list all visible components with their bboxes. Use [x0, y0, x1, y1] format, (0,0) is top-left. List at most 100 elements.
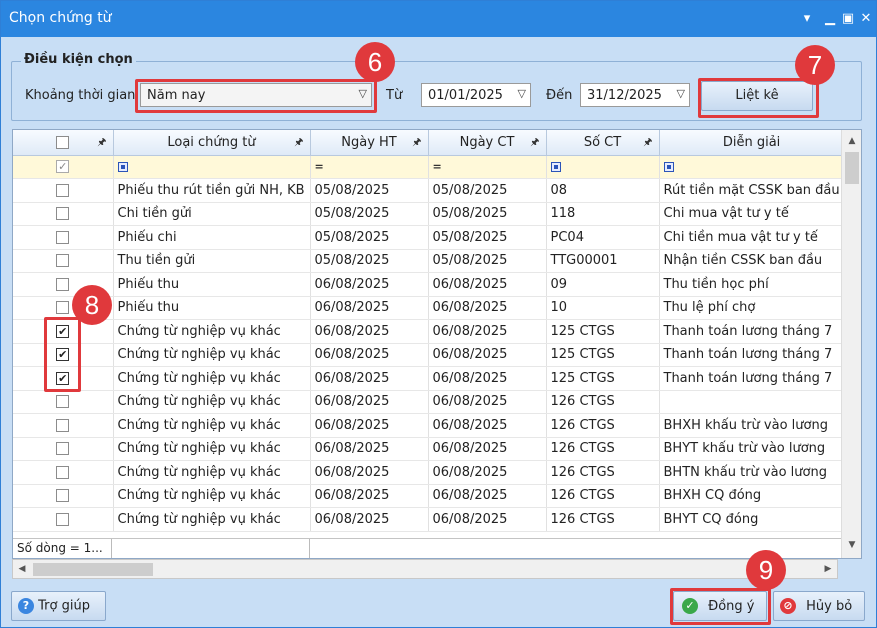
- row-select-cell[interactable]: [13, 484, 114, 508]
- cell-date-ct[interactable]: 05/08/2025: [428, 249, 547, 273]
- table-row[interactable]: Phiếu thu 06/08/2025 06/08/2025 09 Thu tiền …: [13, 272, 845, 297]
- row-select-cell[interactable]: [13, 413, 114, 438]
- cell-no[interactable]: 125 CTGS: [546, 319, 660, 344]
- pin-icon[interactable]: 🖈: [412, 135, 421, 152]
- row-checkbox[interactable]: [56, 489, 70, 503]
- filter-equals-icon[interactable]: =: [433, 160, 442, 173]
- row-select-cell[interactable]: [13, 390, 114, 414]
- table-row[interactable]: Thu tiền gửi 05/08/2025 05/08/2025 TTG00001…: [13, 249, 845, 273]
- close-icon[interactable]: ✕: [857, 10, 875, 28]
- cell-date-ht[interactable]: 06/08/2025: [310, 437, 429, 461]
- cell-date-ct[interactable]: 06/08/2025: [428, 272, 547, 297]
- cell-type[interactable]: Chứng từ nghiệp vụ khác: [113, 343, 311, 367]
- cell-type[interactable]: Chứng từ nghiệp vụ khác: [113, 460, 311, 485]
- cell-date-ct[interactable]: 05/08/2025: [428, 202, 547, 226]
- filter-cell-type[interactable]: [113, 155, 311, 179]
- table-row[interactable]: Chứng từ nghiệp vụ khác 06/08/2025 06/08/2…: [13, 507, 845, 532]
- cell-date-ht[interactable]: 06/08/2025: [310, 484, 429, 508]
- row-checkbox[interactable]: [56, 465, 70, 479]
- filter-contains-icon[interactable]: [117, 161, 128, 172]
- table-row[interactable]: Chứng từ nghiệp vụ khác 06/08/2025 06/08/2…: [13, 484, 845, 508]
- cell-date-ct[interactable]: 06/08/2025: [428, 390, 547, 414]
- cell-date-ht[interactable]: 05/08/2025: [310, 249, 429, 273]
- cell-date-ct[interactable]: 06/08/2025: [428, 484, 547, 508]
- cell-type[interactable]: Chứng từ nghiệp vụ khác: [113, 366, 311, 391]
- header-col-date-ht[interactable]: Ngày HT 🖈: [310, 130, 429, 156]
- pin-icon[interactable]: 🖈: [294, 135, 303, 152]
- cell-desc[interactable]: Thu lệ phí chợ: [659, 296, 845, 320]
- chevron-down-icon[interactable]: ▽: [677, 87, 685, 100]
- cell-no[interactable]: 126 CTGS: [546, 460, 660, 485]
- table-row[interactable]: Chứng từ nghiệp vụ khác 06/08/2025 06/08/2…: [13, 390, 845, 414]
- row-select-cell[interactable]: [13, 249, 114, 273]
- filter-contains-icon[interactable]: [663, 161, 674, 172]
- row-checkbox[interactable]: ✔: [56, 348, 70, 362]
- list-button[interactable]: Liệt kê: [701, 81, 813, 111]
- table-row[interactable]: Chi tiền gửi 05/08/2025 05/08/2025 118 Chi m…: [13, 202, 845, 226]
- cell-desc[interactable]: [659, 390, 845, 414]
- filter-cell-no[interactable]: [546, 155, 660, 179]
- table-row[interactable]: Chứng từ nghiệp vụ khác 06/08/2025 06/08/2…: [13, 460, 845, 485]
- filter-equals-icon[interactable]: =: [315, 160, 324, 173]
- cell-date-ht[interactable]: 05/08/2025: [310, 178, 429, 203]
- table-row[interactable]: ✔ Chứng từ nghiệp vụ khác 06/08/2025 06/08/…: [13, 343, 845, 367]
- scroll-down-icon[interactable]: ▼: [842, 536, 861, 554]
- cell-date-ct[interactable]: 06/08/2025: [428, 460, 547, 485]
- cell-type[interactable]: Chứng từ nghiệp vụ khác: [113, 437, 311, 461]
- filter-cell-date-ht[interactable]: =: [310, 155, 429, 179]
- cell-date-ht[interactable]: 06/08/2025: [310, 460, 429, 485]
- to-date-field[interactable]: 31/12/2025 ▽: [580, 83, 690, 107]
- header-col-desc[interactable]: Diễn giải: [659, 130, 845, 156]
- cell-date-ht[interactable]: 06/08/2025: [310, 272, 429, 297]
- cell-type[interactable]: Phiếu thu rút tiền gửi NH, KB: [113, 178, 311, 203]
- filter-checkbox[interactable]: ✓: [56, 160, 70, 174]
- period-select[interactable]: Năm nay ▽: [140, 83, 372, 107]
- header-col-date-ct[interactable]: Ngày CT 🖈: [428, 130, 547, 156]
- cell-no[interactable]: 125 CTGS: [546, 343, 660, 367]
- cell-date-ht[interactable]: 06/08/2025: [310, 319, 429, 344]
- cell-date-ht[interactable]: 06/08/2025: [310, 366, 429, 391]
- cell-no[interactable]: 126 CTGS: [546, 484, 660, 508]
- cell-no[interactable]: 125 CTGS: [546, 366, 660, 391]
- cell-no[interactable]: 126 CTGS: [546, 413, 660, 438]
- row-checkbox[interactable]: [56, 277, 70, 291]
- cell-no[interactable]: 10: [546, 296, 660, 320]
- cell-date-ht[interactable]: 06/08/2025: [310, 413, 429, 438]
- row-checkbox[interactable]: [56, 254, 70, 268]
- row-select-cell[interactable]: [13, 225, 114, 250]
- table-row[interactable]: Phiếu thu 06/08/2025 06/08/2025 10 Thu lệ ph…: [13, 296, 845, 320]
- row-select-cell[interactable]: ✔: [13, 366, 114, 391]
- cell-date-ct[interactable]: 06/08/2025: [428, 507, 547, 532]
- cell-type[interactable]: Chứng từ nghiệp vụ khác: [113, 390, 311, 414]
- cell-desc[interactable]: BHYT CQ đóng: [659, 507, 845, 532]
- cell-type[interactable]: Chứng từ nghiệp vụ khác: [113, 484, 311, 508]
- ok-button[interactable]: ✓ Đồng ý: [673, 591, 767, 621]
- row-checkbox[interactable]: [56, 230, 70, 244]
- pin-icon[interactable]: 🖈: [97, 135, 106, 152]
- row-checkbox[interactable]: [56, 183, 70, 197]
- header-col-type[interactable]: Loại chứng từ 🖈: [113, 130, 311, 156]
- cell-type[interactable]: Thu tiền gửi: [113, 249, 311, 273]
- cell-type[interactable]: Chứng từ nghiệp vụ khác: [113, 413, 311, 438]
- row-select-cell[interactable]: [13, 202, 114, 226]
- row-checkbox[interactable]: [56, 207, 70, 221]
- cell-date-ct[interactable]: 05/08/2025: [428, 178, 547, 203]
- cell-desc[interactable]: Nhận tiền CSSK ban đầu: [659, 249, 845, 273]
- cell-desc[interactable]: Thanh toán lương tháng 7: [659, 319, 845, 344]
- cell-desc[interactable]: Chi mua vật tư y tế: [659, 202, 845, 226]
- cell-date-ht[interactable]: 06/08/2025: [310, 343, 429, 367]
- filter-cell-desc[interactable]: [659, 155, 845, 179]
- table-row[interactable]: Phiếu chi 05/08/2025 05/08/2025 PC04 Chi tiề…: [13, 225, 845, 250]
- cell-desc[interactable]: BHYT khấu trừ vào lương: [659, 437, 845, 461]
- cell-no[interactable]: 08: [546, 178, 660, 203]
- cell-date-ht[interactable]: 06/08/2025: [310, 296, 429, 320]
- filter-cell-select[interactable]: ✓: [13, 155, 114, 179]
- cell-type[interactable]: Chứng từ nghiệp vụ khác: [113, 319, 311, 344]
- cell-desc[interactable]: Thanh toán lương tháng 7: [659, 343, 845, 367]
- cell-type[interactable]: Phiếu chi: [113, 225, 311, 250]
- cell-type[interactable]: Phiếu thu: [113, 272, 311, 297]
- cell-desc[interactable]: Chi tiền mua vật tư y tế: [659, 225, 845, 250]
- table-row[interactable]: Chứng từ nghiệp vụ khác 06/08/2025 06/08/2…: [13, 437, 845, 461]
- cell-date-ht[interactable]: 05/08/2025: [310, 202, 429, 226]
- row-checkbox[interactable]: [56, 301, 70, 315]
